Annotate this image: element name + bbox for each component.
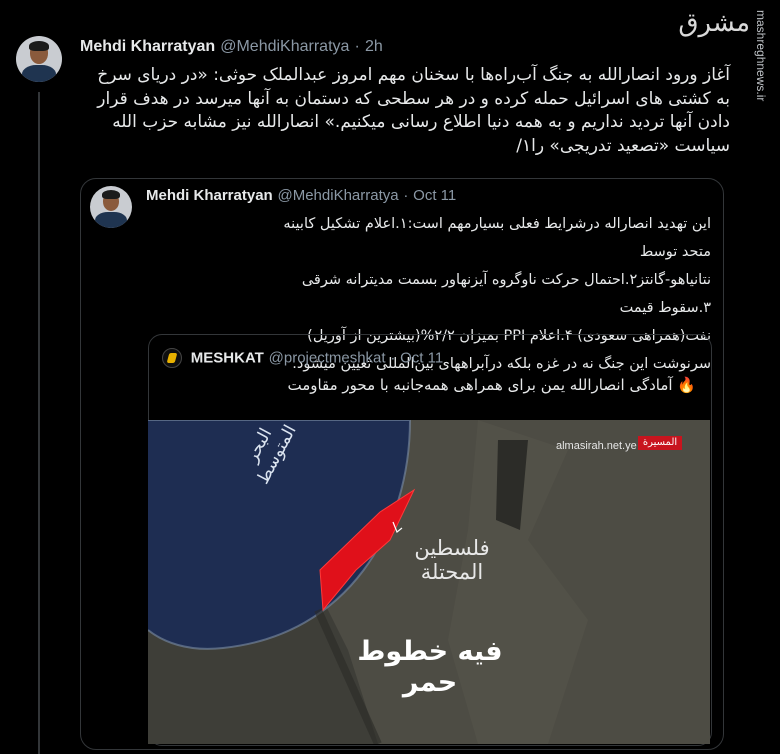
thread-line <box>38 92 40 754</box>
nested-date: Oct 11 <box>400 349 444 367</box>
separator: · <box>390 349 396 367</box>
caption: فيه خطوط حمر <box>357 636 503 698</box>
timestamp[interactable]: 2h <box>365 38 383 55</box>
quoted-avatar <box>90 186 132 228</box>
quoted-handle: @MehdiKharratya <box>277 187 399 204</box>
quoted-line: این تهدید انصاراله درشرایط فعلی بسیارمهم… <box>283 216 711 260</box>
separator: · <box>403 187 409 204</box>
avatar[interactable] <box>16 36 62 82</box>
meshkat-logo-icon <box>162 348 182 368</box>
quoted-author-name: Mehdi Kharratyan <box>146 187 273 204</box>
separator: · <box>354 38 360 55</box>
nested-author-name: MESHKAT <box>190 349 264 367</box>
region-label: فلسطين المحتلة <box>414 536 490 584</box>
channel-logo: المسيرة <box>638 436 682 450</box>
quoted-line: نتانیاهو-گانتز۲.احتمال حرکت ناوگروه آیزن… <box>301 272 711 316</box>
author-name[interactable]: Mehdi Kharratyan <box>80 38 215 55</box>
nested-text: 🔥 آمادگی انصارالله یمن برای همراهی همه‌ج… <box>287 376 696 394</box>
watermark-site: mashreghnews.ir <box>754 10 768 102</box>
source-site: almasirah.net.ye <box>556 440 637 452</box>
nested-handle: @projectmeshkat <box>268 349 386 367</box>
mashregh-logo: مشرق <box>678 8 750 38</box>
tweet-text: آغاز ورود انصارالله به جنگ آب‌راه‌ها با … <box>97 65 730 156</box>
nested-header: MESHKAT @projectmeshkat · Oct 11 <box>162 348 443 368</box>
tweet-header: Mehdi Kharratyan @MehdiKharratya · 2h <box>80 36 383 56</box>
quoted-date: Oct 11 <box>413 187 457 204</box>
author-handle[interactable]: @MehdiKharratya <box>220 38 349 55</box>
quoted-header: Mehdi Kharratyan @MehdiKharratya · Oct 1… <box>146 186 456 204</box>
